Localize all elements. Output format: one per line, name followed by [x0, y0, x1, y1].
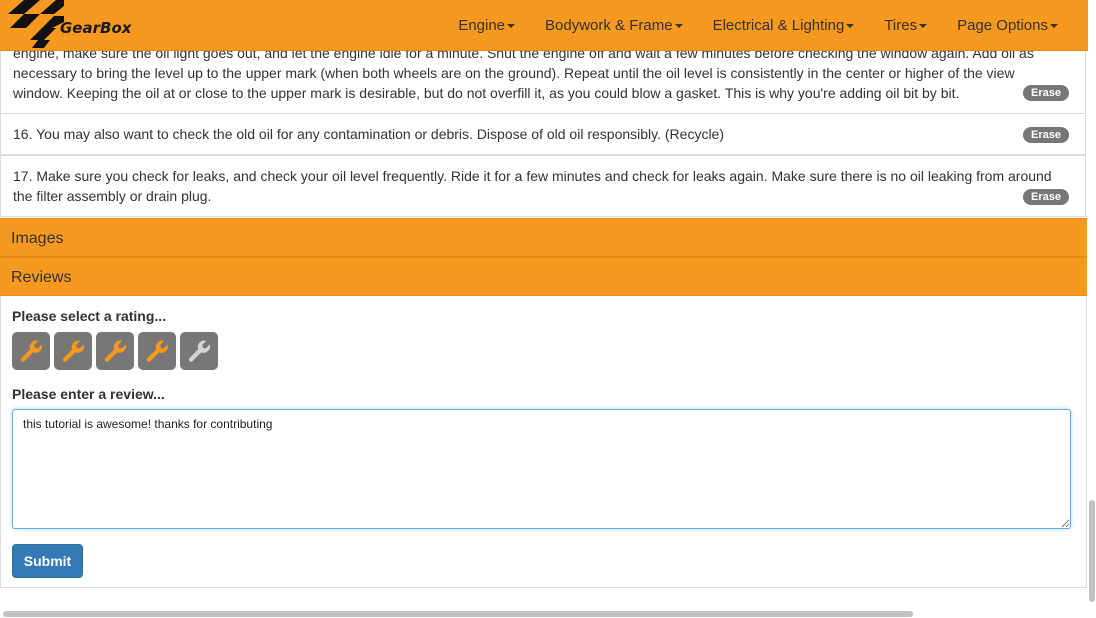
rating-label: Please select a rating...	[12, 308, 167, 324]
submit-button[interactable]: Submit	[12, 544, 83, 578]
step-text-line: 17. Make sure you check for leaks, and c…	[13, 168, 1052, 184]
step-text-line: necessary to bring the level up to the u…	[13, 65, 1015, 81]
gearbox-logo[interactable]: GearBox	[8, 0, 138, 50]
erase-button[interactable]: Erase	[1023, 127, 1069, 143]
rating-selector	[12, 332, 222, 370]
wrench-icon	[188, 340, 211, 362]
nav-engine-label: Engine	[458, 16, 506, 34]
vertical-scrollbar[interactable]	[1088, 0, 1096, 618]
caret-down-icon	[1050, 24, 1058, 28]
step-item: 17. Make sure you check for leaks, and c…	[0, 155, 1086, 217]
nav-page-options-label: Page Options	[957, 16, 1048, 34]
review-label: Please enter a review...	[12, 386, 165, 402]
rating-wrench-5[interactable]	[180, 332, 218, 370]
caret-down-icon	[674, 24, 683, 28]
wrench-icon	[104, 340, 127, 362]
rating-wrench-3[interactable]	[96, 332, 134, 370]
vertical-scrollbar-thumb[interactable]	[1089, 500, 1095, 602]
reviews-section-title: Reviews	[11, 269, 72, 286]
step-text-line: window. Keeping the oil at or close to t…	[13, 85, 960, 101]
rating-wrench-4[interactable]	[138, 332, 176, 370]
nav-menu: Engine Bodywork & Frame Electrical & Lig…	[428, 0, 1058, 50]
nav-electrical-lighting-label: Electrical & Lighting	[712, 16, 845, 34]
rating-wrench-2[interactable]	[54, 332, 92, 370]
images-section-header[interactable]: Images	[0, 218, 1087, 257]
review-textarea[interactable]	[12, 409, 1071, 529]
erase-button[interactable]: Erase	[1023, 85, 1069, 101]
nav-electrical-lighting[interactable]: Electrical & Lighting	[713, 17, 855, 34]
step-item: 16. You may also want to check the old o…	[0, 113, 1086, 155]
wrench-icon	[62, 340, 85, 362]
nav-bodywork-frame[interactable]: Bodywork & Frame	[545, 17, 683, 34]
wrench-icon	[20, 340, 43, 362]
nav-page-options[interactable]: Page Options	[957, 17, 1058, 34]
reviews-section-header[interactable]: Reviews	[0, 257, 1087, 296]
nav-tires-label: Tires	[884, 16, 918, 34]
nav-bodywork-frame-label: Bodywork & Frame	[545, 16, 673, 34]
wrench-icon	[146, 340, 169, 362]
rating-wrench-1[interactable]	[12, 332, 50, 370]
top-navbar: GearBox Engine Bodywork & Frame Electric…	[0, 0, 1088, 51]
nav-tires[interactable]: Tires	[884, 16, 928, 34]
erase-button[interactable]: Erase	[1023, 189, 1069, 205]
images-section-title: Images	[11, 230, 64, 247]
horizontal-scrollbar-thumb[interactable]	[3, 611, 913, 617]
caret-down-icon	[919, 24, 928, 28]
horizontal-scrollbar[interactable]	[0, 610, 1096, 618]
caret-down-icon	[846, 24, 855, 28]
brand-name: GearBox	[60, 19, 132, 37]
caret-down-icon	[507, 24, 516, 28]
step-text-line: the filter assembly or drain plug.	[13, 188, 212, 204]
step-text-line: 16. You may also want to check the old o…	[13, 126, 724, 142]
nav-engine[interactable]: Engine	[458, 16, 516, 34]
